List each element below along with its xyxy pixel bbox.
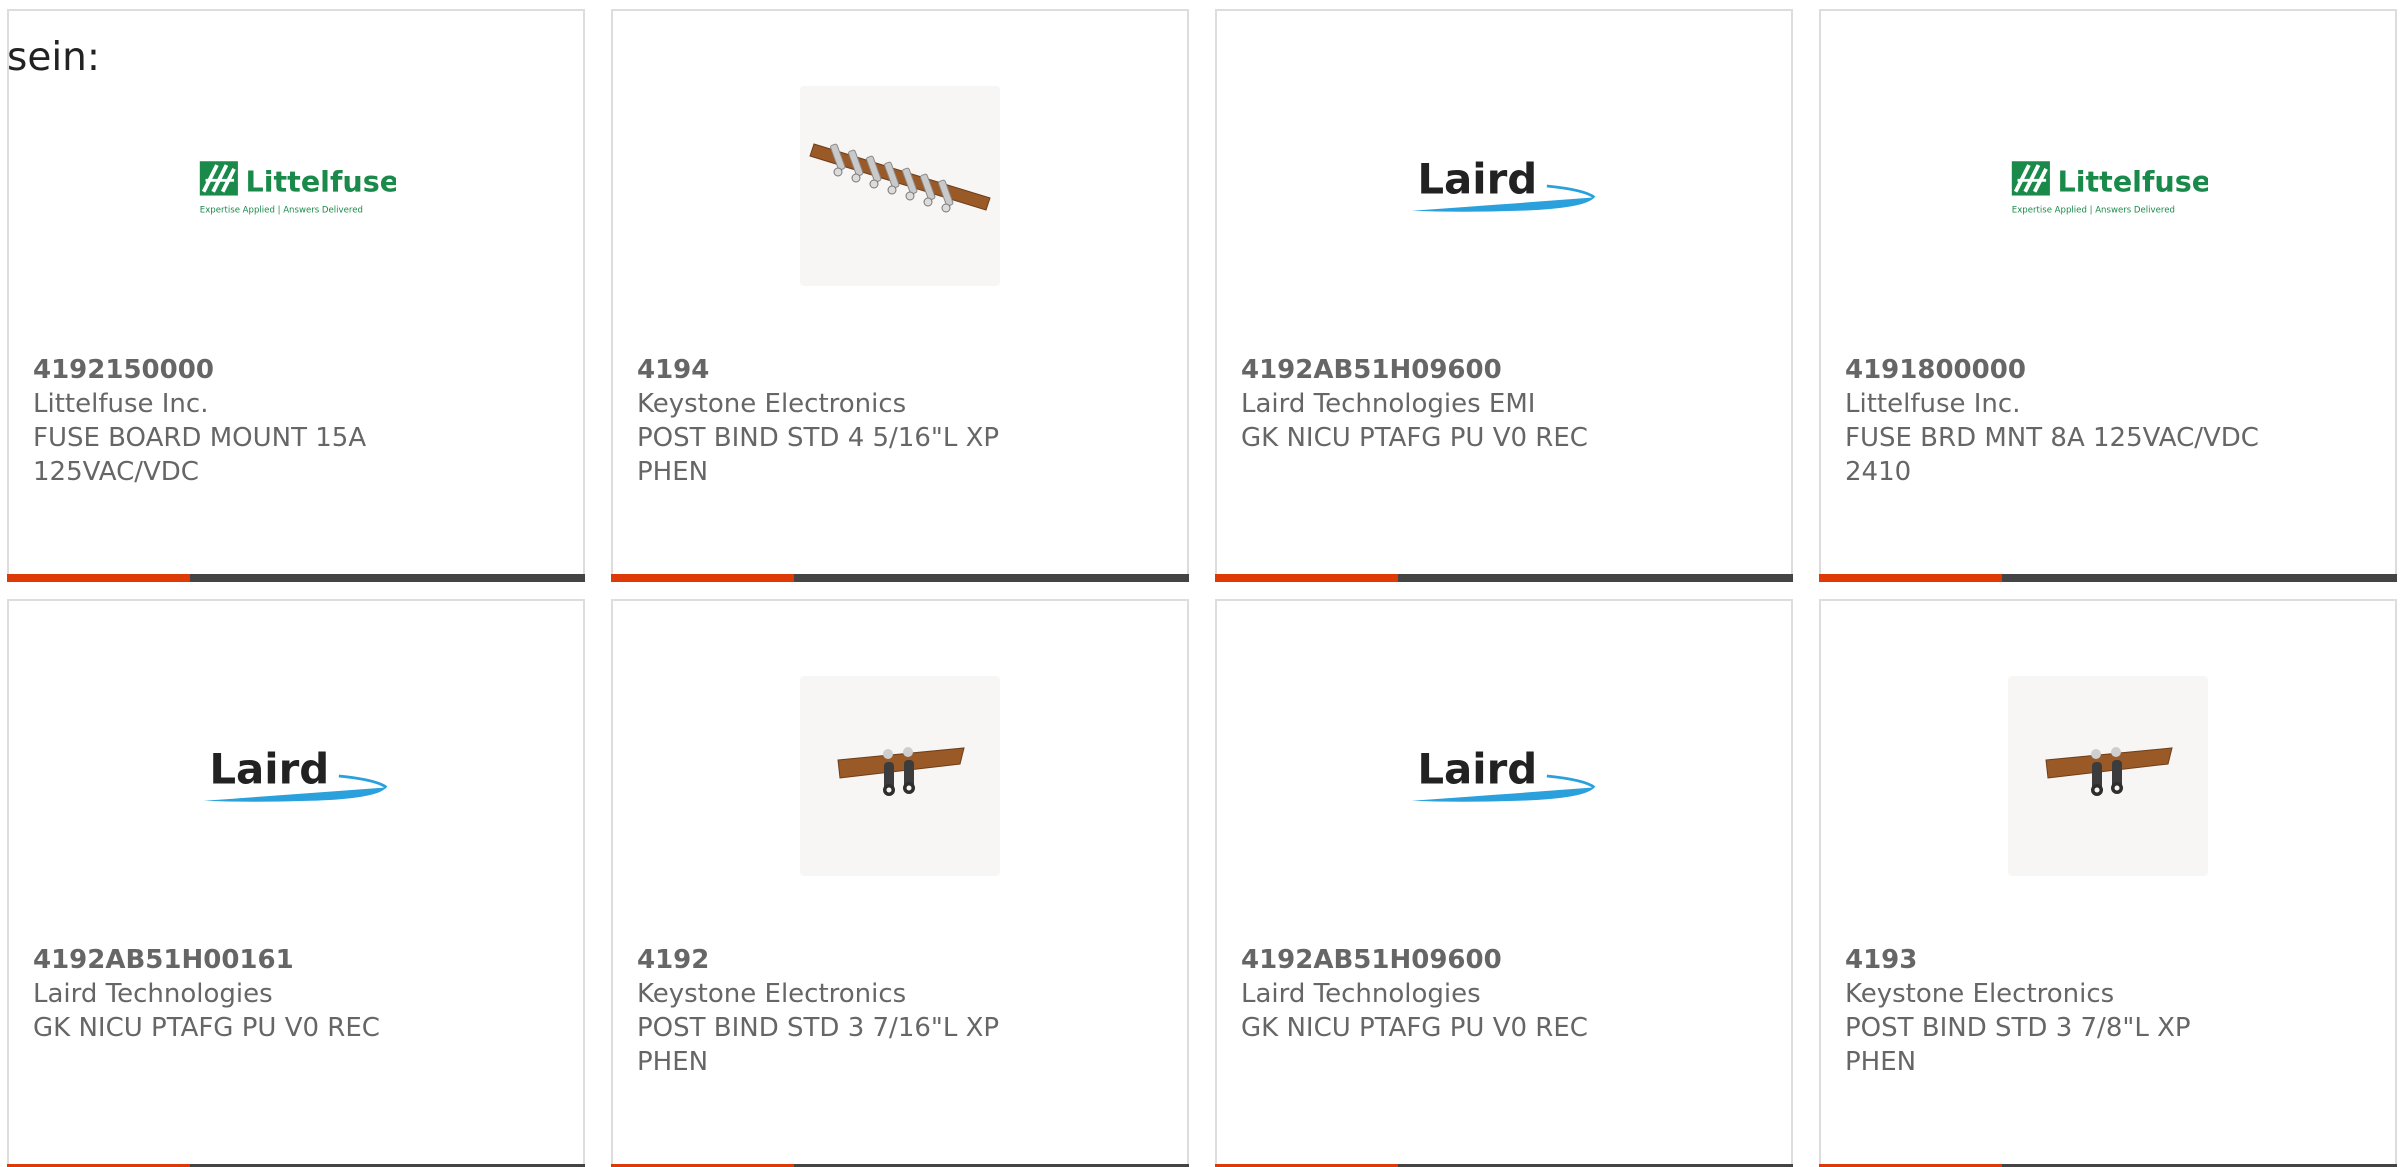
product-card[interactable]: 4194 Keystone Electronics POST BIND STD … — [611, 9, 1189, 582]
product-description: POST BIND STD 3 7/16"L XP PHEN — [637, 1013, 1000, 1077]
product-info: 4192 Keystone Electronics POST BIND STD … — [637, 943, 1057, 1079]
product-photo — [800, 676, 1000, 876]
product-description: POST BIND STD 3 7/8"L XP PHEN — [1845, 1013, 2191, 1077]
product-listing-page: sein: Littelfuse Expertise Applied | Ans… — [0, 0, 2400, 1167]
product-description: GK NICU PTAFG PU V0 REC — [1241, 1013, 1588, 1043]
card-accent-bar — [611, 574, 794, 582]
manufacturer: Keystone Electronics — [1845, 979, 2115, 1009]
part-number[interactable]: 4194 — [637, 353, 1057, 387]
product-info: 4192AB51H00161 Laird Technologies GK NIC… — [33, 943, 453, 1045]
product-description: FUSE BRD MNT 8A 125VAC/VDC 2410 — [1845, 423, 2259, 487]
card-accent-bar — [1215, 574, 1398, 582]
product-image[interactable] — [2008, 676, 2208, 876]
laird-logo: Laird — [203, 745, 388, 802]
manufacturer: Keystone Electronics — [637, 389, 907, 419]
product-info: 4192AB51H09600 Laird Technologies GK NIC… — [1241, 943, 1661, 1045]
product-card[interactable]: Littelfuse Expertise Applied | Answers D… — [7, 9, 585, 582]
part-number[interactable]: 4192 — [637, 943, 1057, 977]
binding-post-pair-icon — [837, 747, 965, 796]
manufacturer: Laird Technologies EMI — [1241, 389, 1536, 419]
card-accent-bar — [1819, 574, 2002, 582]
intro-text: sein: — [7, 35, 101, 80]
laird-logo: Laird — [1411, 745, 1596, 802]
manufacturer: Laird Technologies — [1241, 979, 1481, 1009]
part-number[interactable]: 4192AB51H00161 — [33, 943, 453, 977]
product-description: POST BIND STD 4 5/16"L XP PHEN — [637, 423, 1000, 487]
product-card[interactable]: Laird 4192AB51H09600 Laird Technologies … — [1215, 9, 1793, 582]
card-footer-bar — [7, 574, 585, 582]
laird-logo-name: Laird — [209, 745, 329, 794]
part-number[interactable]: 4192AB51H09600 — [1241, 943, 1661, 977]
product-info: 4192150000 Littelfuse Inc. FUSE BOARD MO… — [33, 353, 453, 489]
manufacturer: Keystone Electronics — [637, 979, 907, 1009]
part-number[interactable]: 4192AB51H09600 — [1241, 353, 1661, 387]
product-image[interactable] — [800, 676, 1000, 876]
product-description: GK NICU PTAFG PU V0 REC — [1241, 423, 1588, 453]
product-grid: Littelfuse Expertise Applied | Answers D… — [7, 9, 2400, 1167]
littelfuse-logo-tagline: Expertise Applied | Answers Delivered — [200, 206, 363, 216]
product-photo — [2008, 676, 2208, 876]
part-number[interactable]: 4192150000 — [33, 353, 453, 387]
part-number[interactable]: 4193 — [1845, 943, 2265, 977]
manufacturer: Littelfuse Inc. — [1845, 389, 2021, 419]
product-card[interactable]: Laird 4192AB51H00161 Laird Technologies … — [7, 599, 585, 1167]
manufacturer: Laird Technologies — [33, 979, 273, 1009]
product-image[interactable]: Laird — [1404, 86, 1604, 286]
product-image[interactable]: Littelfuse Expertise Applied | Answers D… — [2008, 86, 2208, 286]
littelfuse-logo: Littelfuse Expertise Applied | Answers D… — [2011, 161, 2208, 216]
laird-logo: Laird — [1411, 155, 1596, 212]
product-info: 4193 Keystone Electronics POST BIND STD … — [1845, 943, 2265, 1079]
part-number[interactable]: 4191800000 — [1845, 353, 2265, 387]
product-image[interactable]: Laird — [1404, 676, 1604, 876]
product-description: FUSE BOARD MOUNT 15A 125VAC/VDC — [33, 423, 367, 487]
product-image[interactable]: Laird — [196, 676, 396, 876]
binding-post-strip-icon — [809, 143, 991, 213]
product-photo — [800, 86, 1000, 286]
product-description: GK NICU PTAFG PU V0 REC — [33, 1013, 380, 1043]
littelfuse-logo-name: Littelfuse — [246, 165, 396, 199]
card-footer-bar — [1215, 574, 1793, 582]
littelfuse-logo-tagline: Expertise Applied | Answers Delivered — [2012, 206, 2175, 216]
laird-logo-name: Laird — [1417, 745, 1537, 794]
product-image[interactable] — [800, 86, 1000, 286]
binding-post-pair-icon — [2045, 747, 2173, 796]
product-card[interactable]: 4193 Keystone Electronics POST BIND STD … — [1819, 599, 2397, 1167]
product-card[interactable]: 4192 Keystone Electronics POST BIND STD … — [611, 599, 1189, 1167]
manufacturer: Littelfuse Inc. — [33, 389, 209, 419]
card-footer-bar — [1819, 574, 2397, 582]
product-info: 4194 Keystone Electronics POST BIND STD … — [637, 353, 1057, 489]
product-card[interactable]: Laird 4192AB51H09600 Laird Technologies … — [1215, 599, 1793, 1167]
card-footer-bar — [611, 574, 1189, 582]
product-card[interactable]: Littelfuse Expertise Applied | Answers D… — [1819, 9, 2397, 582]
product-info: 4191800000 Littelfuse Inc. FUSE BRD MNT … — [1845, 353, 2265, 489]
littelfuse-logo: Littelfuse Expertise Applied | Answers D… — [199, 161, 396, 216]
product-info: 4192AB51H09600 Laird Technologies EMI GK… — [1241, 353, 1661, 455]
littelfuse-logo-name: Littelfuse — [2058, 165, 2208, 199]
product-image[interactable]: Littelfuse Expertise Applied | Answers D… — [196, 86, 396, 286]
laird-logo-name: Laird — [1417, 155, 1537, 204]
card-accent-bar — [7, 574, 190, 582]
